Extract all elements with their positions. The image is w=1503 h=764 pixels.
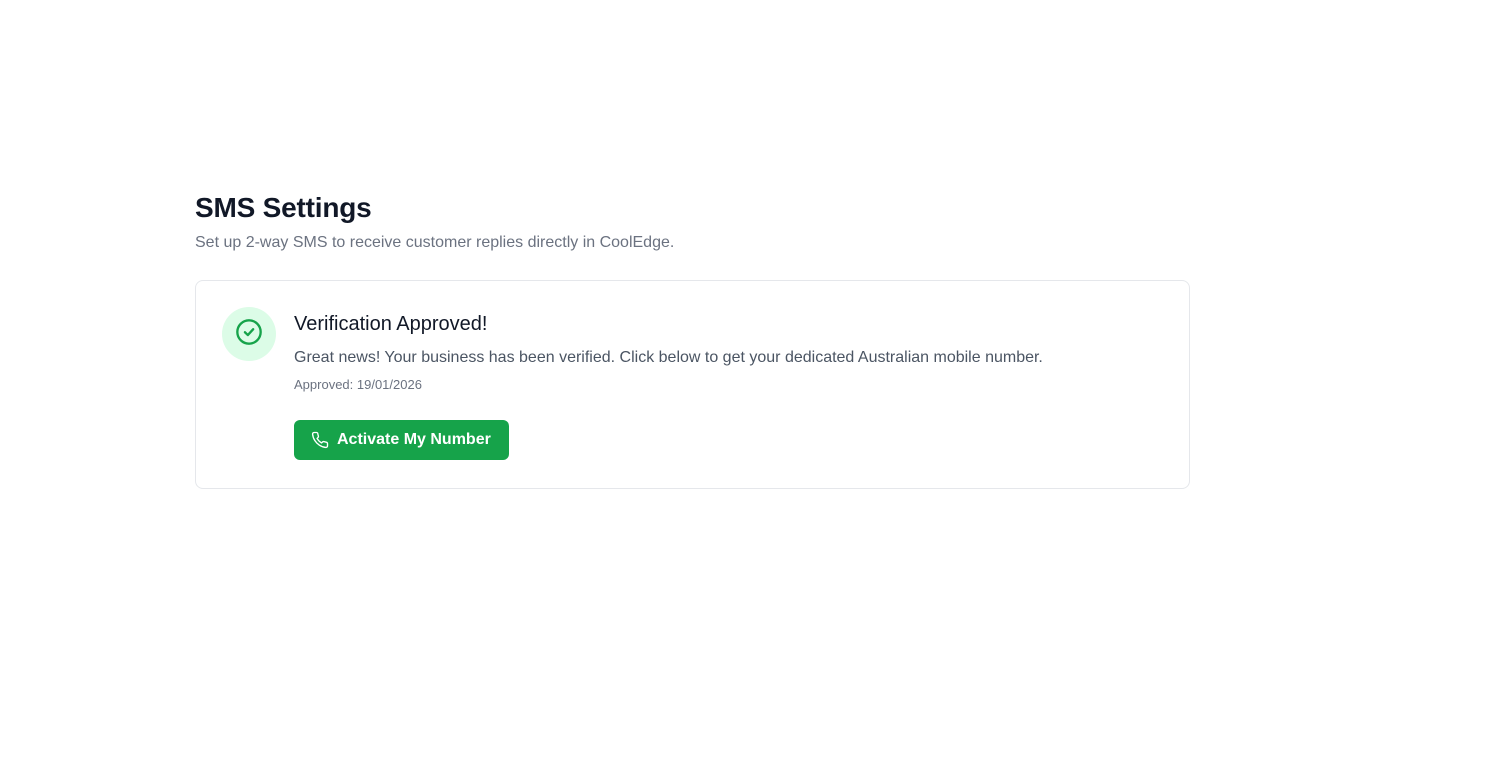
page-subtitle: Set up 2-way SMS to receive customer rep… <box>195 234 675 251</box>
sms-settings-page: SMS Settings Set up 2-way SMS to receive… <box>0 0 1503 764</box>
phone-icon <box>311 431 329 449</box>
verification-message: Great news! Your business has been verif… <box>294 349 1043 366</box>
card-body: Verification Approved! Great news! Your … <box>294 310 1169 460</box>
verification-status-card: Verification Approved! Great news! Your … <box>195 280 1190 489</box>
activate-number-button[interactable]: Activate My Number <box>294 420 509 460</box>
verification-title: Verification Approved! <box>294 313 488 335</box>
status-icon-badge <box>222 307 276 361</box>
page-title: SMS Settings <box>195 192 372 223</box>
page-header: SMS Settings Set up 2-way SMS to receive… <box>195 190 674 254</box>
approved-date: Approved: 19/01/2026 <box>294 377 422 392</box>
check-circle-icon <box>235 318 263 351</box>
activate-button-label: Activate My Number <box>337 431 491 448</box>
